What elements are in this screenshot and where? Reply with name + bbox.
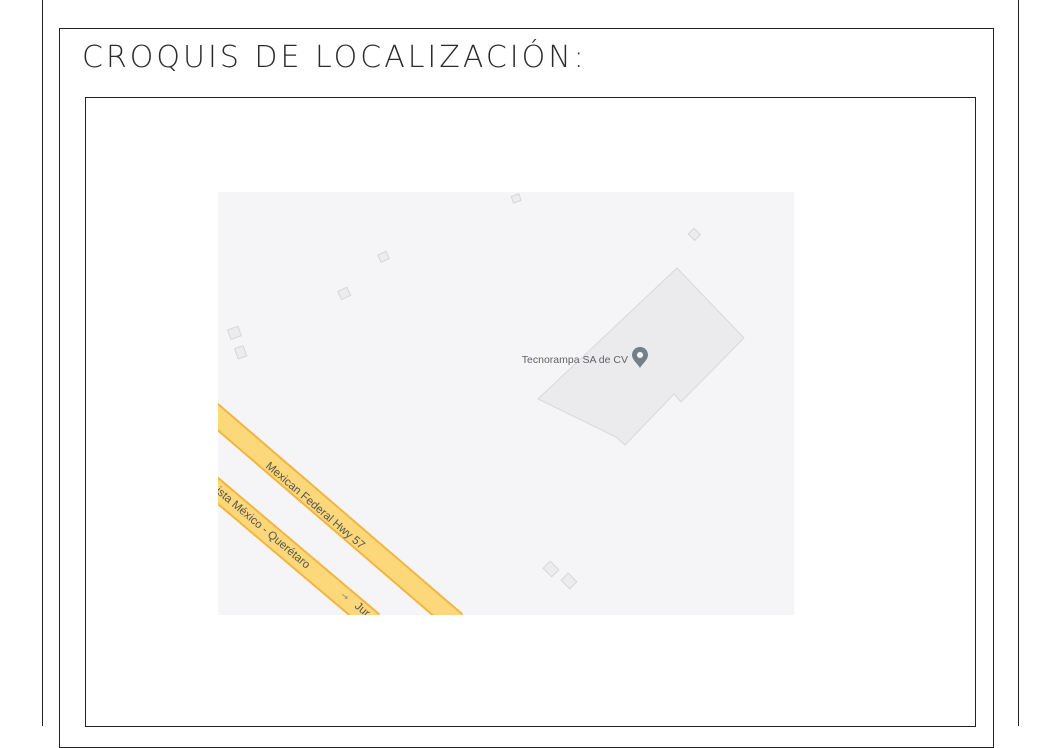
place-label[interactable]: Tecnorampa SA de CV <box>522 354 628 366</box>
sheet-border-left <box>42 0 43 726</box>
map-canvas[interactable]: Mexican Federal Hwy 57 ista México - Que… <box>218 192 794 615</box>
location-map[interactable]: Mexican Federal Hwy 57 ista México - Que… <box>218 192 794 615</box>
sheet-border-right <box>1018 0 1019 726</box>
section-title: CROQUIS DE LOCALIZACIÓN: <box>82 40 587 75</box>
